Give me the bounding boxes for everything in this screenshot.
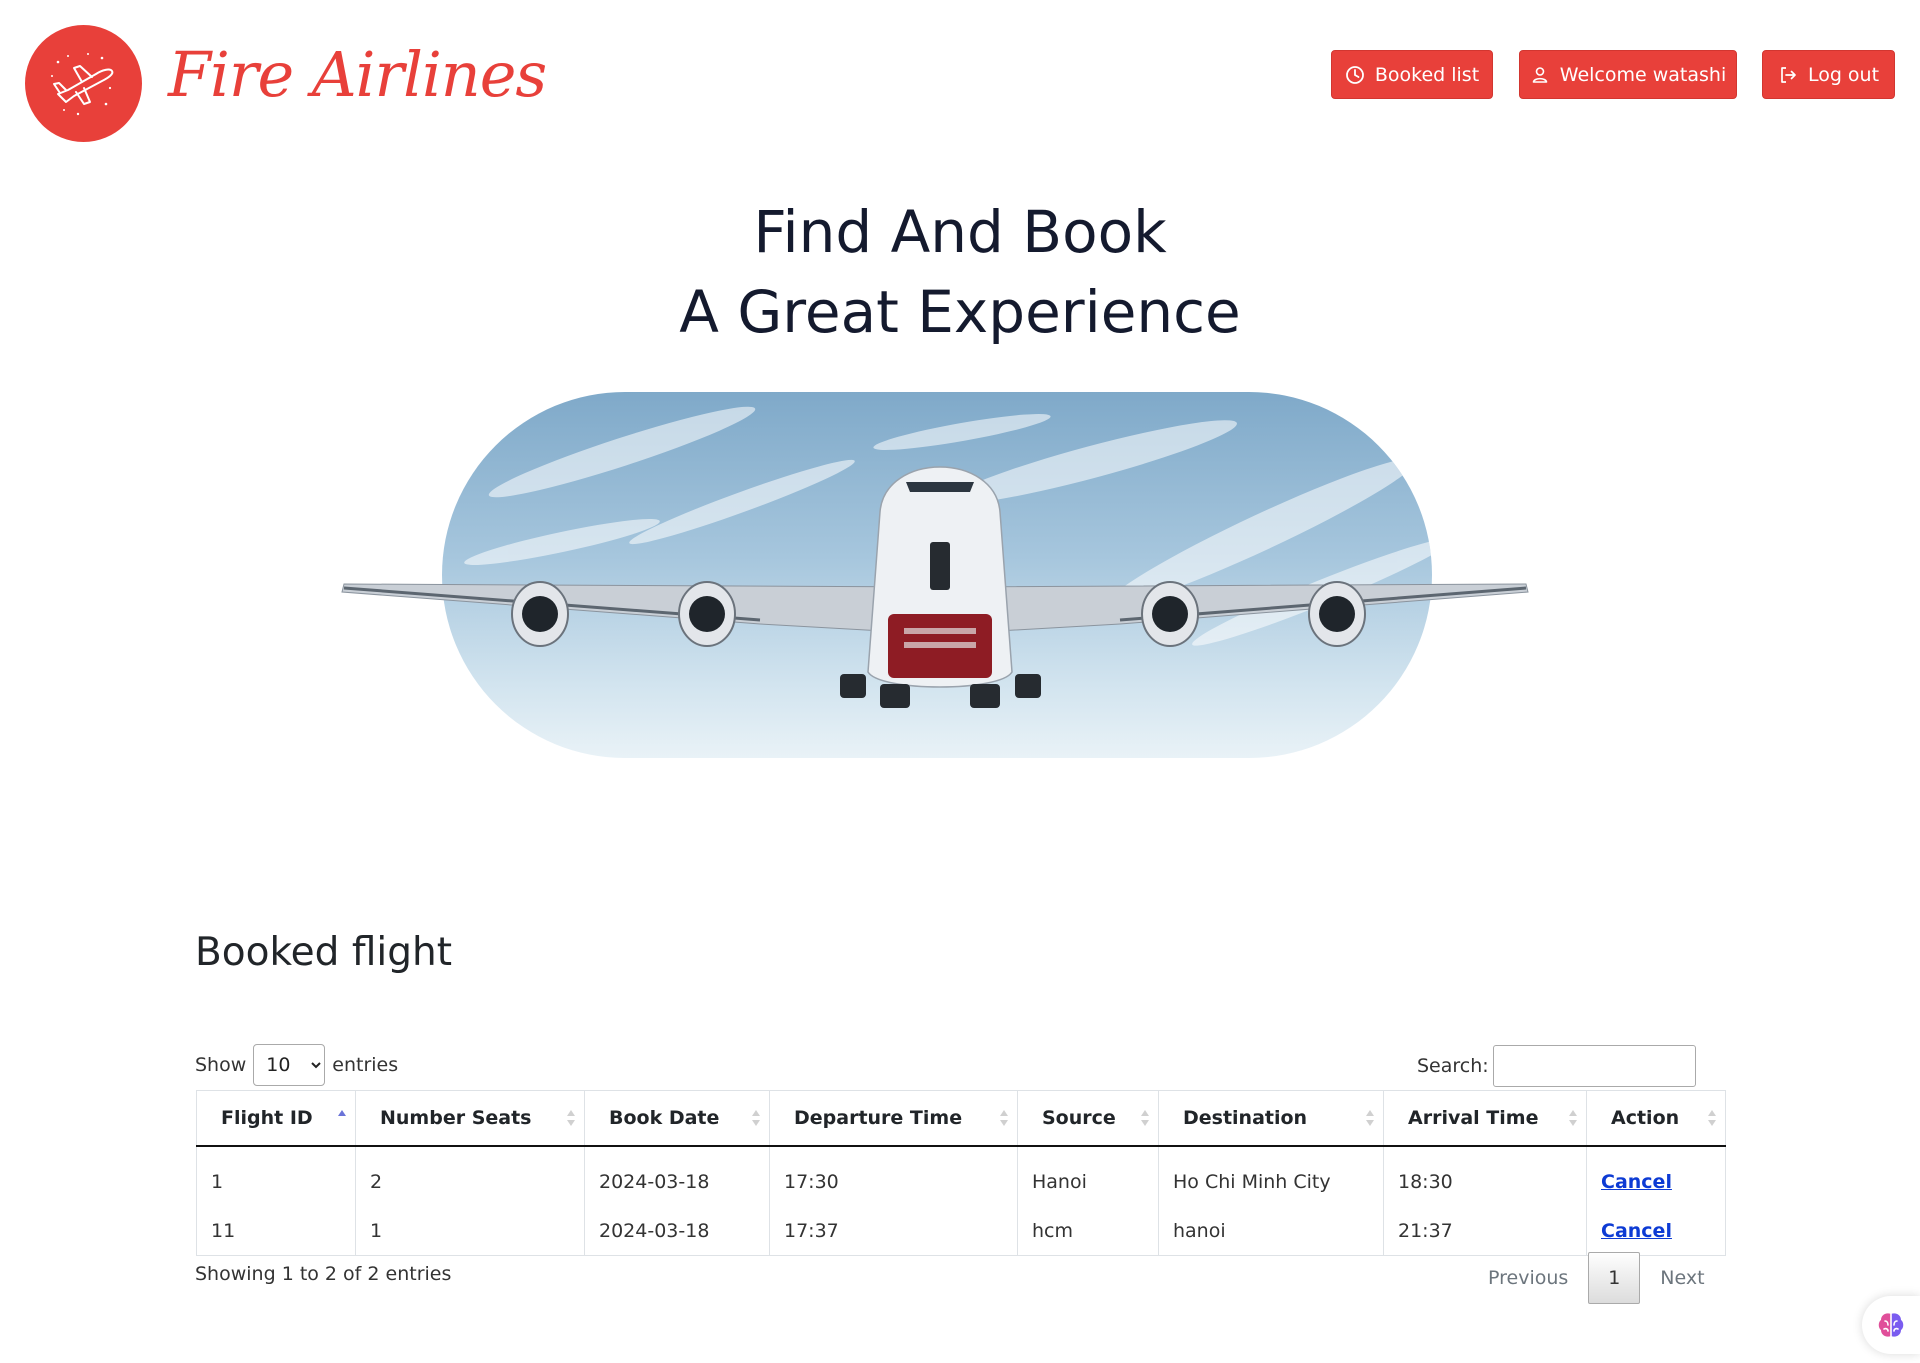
- column-header-source[interactable]: Source: [1017, 1090, 1159, 1147]
- brand-name[interactable]: Fire Airlines: [168, 38, 547, 111]
- airplane-illustration: [341, 466, 1529, 708]
- cell-book-date: 2024-03-18: [584, 1146, 770, 1206]
- cell-action: Cancel: [1586, 1206, 1726, 1256]
- cancel-booking-link[interactable]: Cancel: [1601, 1171, 1672, 1193]
- booked-flight-title: Booked flight: [195, 930, 452, 975]
- sort-both-icon: [1366, 1110, 1374, 1126]
- pagination: Previous 1 Next: [1468, 1252, 1725, 1304]
- column-header-action[interactable]: Action: [1586, 1090, 1726, 1147]
- hero-title: Find And Book A Great Experience: [0, 192, 1920, 352]
- sort-both-icon: [1000, 1110, 1008, 1126]
- hero-title-line-1: Find And Book: [753, 198, 1167, 266]
- cell-flight-id: 11: [211, 1219, 236, 1242]
- welcome-label: Welcome watashi: [1559, 63, 1727, 86]
- cell-action: Cancel: [1586, 1146, 1726, 1206]
- clock-icon: [1345, 65, 1365, 85]
- cell-source: hcm: [1017, 1206, 1159, 1256]
- search-label: Search:: [1417, 1055, 1489, 1077]
- cell-destination: Ho Chi Minh City: [1158, 1146, 1384, 1206]
- cell-number-seats: 1: [355, 1206, 585, 1256]
- page-1-button[interactable]: 1: [1588, 1252, 1641, 1304]
- cancel-booking-link[interactable]: Cancel: [1601, 1220, 1672, 1242]
- table-row: 1 2 2024-03-18 17:30 Hanoi Ho Chi Minh C…: [197, 1146, 1726, 1206]
- sort-both-icon: [1141, 1110, 1149, 1126]
- column-header-book-date[interactable]: Book Date: [584, 1090, 770, 1147]
- next-page-button[interactable]: Next: [1640, 1267, 1724, 1289]
- logout-label: Log out: [1807, 63, 1880, 86]
- column-header-arrival-time[interactable]: Arrival Time: [1383, 1090, 1587, 1147]
- welcome-user-button[interactable]: Welcome watashi: [1519, 50, 1737, 99]
- booked-list-label: Booked list: [1374, 63, 1480, 86]
- airplane-icon: [50, 52, 113, 115]
- user-icon: [1530, 65, 1550, 85]
- sort-asc-icon: [338, 1110, 346, 1116]
- logout-icon: [1778, 65, 1798, 85]
- cell-departure-time: 17:37: [769, 1206, 1018, 1256]
- column-header-departure-time[interactable]: Departure Time: [769, 1090, 1018, 1147]
- cell-arrival-time: 18:30: [1383, 1146, 1587, 1206]
- search-input[interactable]: [1492, 1045, 1696, 1087]
- sort-both-icon: [752, 1110, 760, 1126]
- column-header-destination[interactable]: Destination: [1158, 1090, 1384, 1147]
- table-header-row: Flight ID Number Seats Book Date Departu…: [196, 1090, 1726, 1147]
- previous-page-button[interactable]: Previous: [1468, 1267, 1588, 1289]
- cell-number-seats: 2: [355, 1146, 585, 1206]
- table-info: Showing 1 to 2 of 2 entries: [195, 1263, 452, 1285]
- assistant-brain-button[interactable]: [1862, 1296, 1920, 1354]
- cell-arrival-time: 21:37: [1383, 1206, 1587, 1256]
- sort-both-icon: [1708, 1110, 1716, 1126]
- brain-icon: [1878, 1313, 1904, 1337]
- logout-button[interactable]: Log out: [1762, 50, 1895, 99]
- show-label: Show: [195, 1054, 247, 1076]
- cell-book-date: 2024-03-18: [584, 1206, 770, 1256]
- booked-flights-table: Flight ID Number Seats Book Date Departu…: [196, 1090, 1726, 1256]
- booked-list-button[interactable]: Booked list: [1331, 50, 1493, 99]
- sort-both-icon: [567, 1110, 575, 1126]
- page-length-control: Show 10 entries: [195, 1044, 398, 1086]
- entries-label: entries: [332, 1054, 399, 1076]
- sort-both-icon: [1569, 1110, 1577, 1126]
- table-row: 11 1 2024-03-18 17:37 hcm hanoi 21:37 Ca…: [197, 1206, 1726, 1256]
- cell-destination: hanoi: [1158, 1206, 1384, 1256]
- hero-title-line-2: A Great Experience: [679, 278, 1241, 346]
- column-header-flight-id[interactable]: Flight ID: [196, 1090, 356, 1147]
- cell-source: Hanoi: [1017, 1146, 1159, 1206]
- cell-departure-time: 17:30: [769, 1146, 1018, 1206]
- table-search: Search:: [1417, 1044, 1696, 1088]
- page-length-select[interactable]: 10: [253, 1044, 326, 1086]
- cell-flight-id: 1: [211, 1170, 224, 1193]
- logo[interactable]: [25, 25, 142, 142]
- site-header: Fire Airlines Booked list Welcome watash…: [0, 0, 1920, 165]
- hero-airplane-image: [340, 392, 1540, 762]
- column-header-number-seats[interactable]: Number Seats: [355, 1090, 585, 1147]
